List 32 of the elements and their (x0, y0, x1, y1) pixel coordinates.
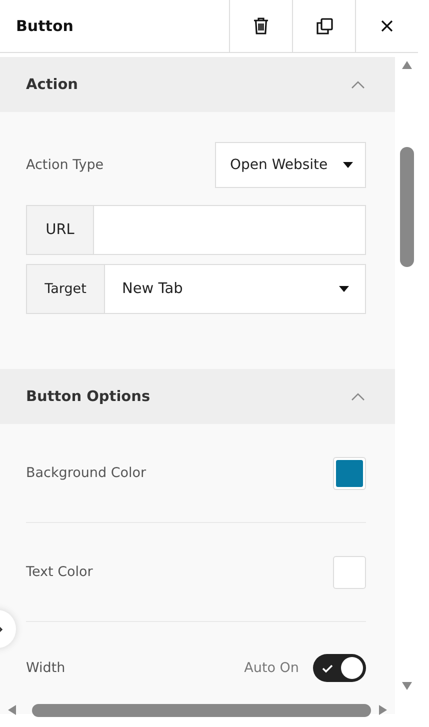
section-title: Action (26, 76, 78, 92)
copy-icon (316, 18, 332, 34)
field-label: Action Type (26, 157, 104, 173)
addon-label: Target (27, 265, 105, 313)
color-swatch[interactable] (333, 556, 366, 588)
scroll-thumb[interactable] (32, 704, 371, 716)
scroll-left-icon[interactable] (8, 705, 16, 715)
chevron-icon (351, 80, 365, 88)
toggle-caption: Auto On (244, 660, 299, 676)
toggle-switch[interactable] (313, 654, 366, 682)
check-icon (322, 664, 333, 673)
url-field[interactable]: URL (26, 205, 366, 255)
section-header[interactable]: Action (0, 57, 395, 112)
scroll-up-icon[interactable] (402, 61, 412, 69)
section-header[interactable]: Button Options (0, 369, 395, 424)
option-label: Text Color (26, 564, 93, 580)
color-swatch[interactable] (333, 456, 366, 490)
close-icon (381, 20, 393, 32)
chevron-icon (351, 392, 365, 400)
panel-title: Button (15, 16, 74, 37)
caret-icon (339, 286, 349, 292)
target-select[interactable]: Target New Tab (26, 264, 366, 314)
option-label: Background Color (26, 465, 146, 481)
option-label: Width (26, 660, 66, 676)
trash-icon (253, 17, 269, 35)
scroll-thumb[interactable] (400, 147, 414, 267)
scroll-right-icon[interactable] (379, 705, 387, 715)
section-title: Button Options (26, 388, 150, 404)
caret-icon (343, 162, 353, 168)
scroll-down-icon[interactable] (402, 682, 412, 690)
addon-label: URL (27, 206, 94, 254)
action-type-select[interactable]: Open Website (215, 142, 366, 188)
